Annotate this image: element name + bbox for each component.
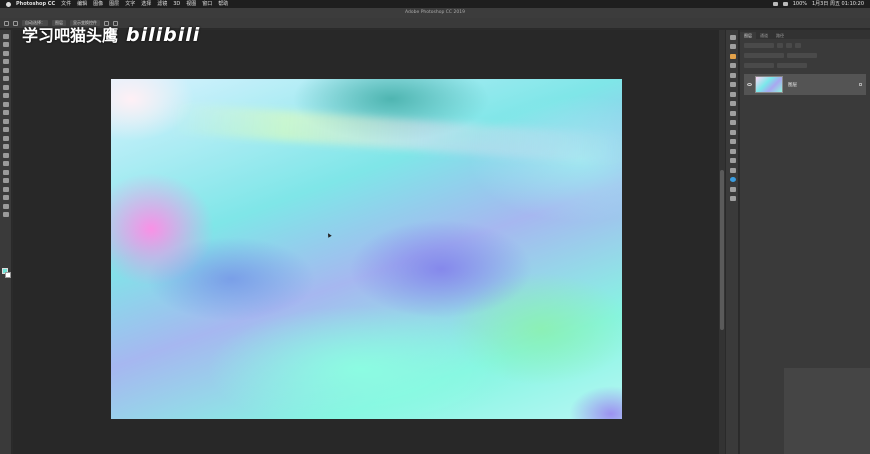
- learn-panel-icon[interactable]: [730, 177, 736, 182]
- bilibili-logo: bilibili: [126, 24, 201, 46]
- window-title-bar: Adobe Photoshop CC 2019: [0, 8, 870, 18]
- layers-panel: 图层 通道 路径 图层: [740, 30, 870, 454]
- eyedropper-tool-icon[interactable]: [3, 84, 9, 90]
- menu-help[interactable]: 帮助: [218, 0, 228, 8]
- lock-row: [744, 61, 866, 69]
- panel-tabs: 图层 通道 路径: [740, 30, 870, 39]
- clone-stamp-tool-icon[interactable]: [3, 110, 9, 115]
- menu-app-name[interactable]: Photoshop CC: [16, 0, 55, 8]
- menu-filter[interactable]: 滤镜: [157, 0, 167, 8]
- tab-layers[interactable]: 图层: [740, 32, 756, 39]
- menu-window[interactable]: 窗口: [202, 0, 212, 8]
- zoom-tool-icon[interactable]: [3, 203, 9, 209]
- crop-tool-icon[interactable]: [3, 67, 9, 73]
- filter-row: [744, 41, 866, 49]
- lock-options[interactable]: [744, 62, 774, 68]
- battery-percent: 100%: [792, 1, 807, 7]
- marquee-tool-icon[interactable]: [3, 42, 9, 47]
- libraries-panel-icon[interactable]: [730, 186, 736, 192]
- brush-panel-icon[interactable]: [730, 120, 736, 125]
- move-tool-icon[interactable]: [3, 33, 9, 39]
- type-tool-icon[interactable]: [3, 169, 9, 175]
- quick-select-tool-icon[interactable]: [3, 59, 9, 64]
- brush-tool-icon[interactable]: [3, 101, 9, 107]
- pen-tool-icon[interactable]: [3, 161, 9, 166]
- fill-field[interactable]: [777, 62, 807, 68]
- menu-view[interactable]: 视图: [186, 0, 196, 8]
- menu-type[interactable]: 文字: [125, 0, 135, 8]
- menu-file[interactable]: 文件: [61, 0, 71, 8]
- timeline-panel-icon[interactable]: [730, 196, 736, 201]
- move-tool-icon[interactable]: [13, 20, 18, 26]
- history-brush-tool-icon[interactable]: [3, 118, 9, 124]
- filter-type-icon[interactable]: [795, 42, 801, 48]
- menu-select[interactable]: 选择: [141, 0, 151, 8]
- watermark-text: 学习吧猫头鹰: [22, 26, 119, 45]
- menu-layer[interactable]: 图层: [109, 0, 119, 8]
- window-title: Adobe Photoshop CC 2019: [405, 10, 465, 15]
- rectangle-tool-icon[interactable]: [3, 186, 9, 192]
- tools-panel: [0, 30, 12, 454]
- actions-panel-icon[interactable]: [730, 44, 736, 49]
- layer-item[interactable]: 图层: [744, 74, 866, 95]
- layer-thumbnail: [755, 76, 783, 93]
- styles-panel-icon[interactable]: [730, 91, 736, 97]
- scrollbar-thumb[interactable]: [720, 170, 724, 330]
- navigator-panel-icon[interactable]: [730, 158, 736, 163]
- properties-panel-icon[interactable]: [730, 53, 736, 59]
- healing-brush-tool-icon[interactable]: [3, 93, 9, 98]
- eraser-tool-icon[interactable]: [3, 127, 9, 132]
- character-panel-icon[interactable]: [730, 101, 736, 106]
- menu-image[interactable]: 图像: [93, 0, 103, 8]
- canvas-light-band: [170, 102, 622, 166]
- document-workspace: [13, 30, 725, 454]
- panel-empty-area: [784, 368, 870, 454]
- info-panel-icon[interactable]: [730, 148, 736, 154]
- apple-icon[interactable]: [6, 1, 11, 7]
- path-select-tool-icon[interactable]: [3, 178, 9, 183]
- adjustments-panel-icon[interactable]: [730, 82, 736, 87]
- layer-kind-filter[interactable]: [744, 42, 774, 48]
- more-tools-icon[interactable]: [3, 212, 9, 217]
- filter-pixel-icon[interactable]: [777, 42, 783, 48]
- background-color-swatch[interactable]: [5, 272, 11, 278]
- tab-paths[interactable]: 路径: [772, 32, 788, 39]
- paragraph-panel-icon[interactable]: [730, 110, 736, 116]
- menu-3d[interactable]: 3D: [173, 0, 180, 8]
- filter-adjust-icon[interactable]: [786, 42, 792, 48]
- home-icon[interactable]: [4, 20, 9, 26]
- hand-tool-icon[interactable]: [3, 195, 9, 200]
- blend-mode-dropdown[interactable]: [744, 52, 784, 58]
- visibility-eye-icon[interactable]: [747, 83, 752, 86]
- frame-tool-icon[interactable]: [3, 76, 9, 81]
- gradient-tool-icon[interactable]: [3, 135, 9, 141]
- tab-channels[interactable]: 通道: [756, 32, 772, 39]
- lock-icon: [859, 83, 862, 86]
- wifi-icon[interactable]: [772, 2, 778, 6]
- dodge-tool-icon[interactable]: [3, 152, 9, 158]
- menu-edit[interactable]: 编辑: [77, 0, 87, 8]
- mouse-cursor-icon: [326, 232, 332, 238]
- document-canvas[interactable]: [111, 79, 622, 419]
- swatches-panel-icon[interactable]: [730, 72, 736, 78]
- blend-row: [744, 51, 866, 59]
- panel-icon-column: [725, 30, 739, 454]
- status-area: 100% 1月3日 周五 01:10:20: [768, 0, 870, 8]
- battery-icon[interactable]: [782, 2, 788, 6]
- clock[interactable]: 1月3日 周五 01:10:20: [812, 0, 864, 8]
- system-menu-bar: Photoshop CC 文件 编辑 图像 图层 文字 选择 滤镜 3D 视图 …: [0, 0, 870, 8]
- video-watermark: 学习吧猫头鹰 bilibili: [22, 22, 200, 46]
- layer-name[interactable]: 图层: [788, 82, 797, 88]
- color-panel-icon[interactable]: [730, 63, 736, 68]
- blur-tool-icon[interactable]: [3, 144, 9, 149]
- history-panel-icon[interactable]: [730, 34, 736, 40]
- lasso-tool-icon[interactable]: [3, 50, 9, 56]
- opacity-field[interactable]: [787, 52, 817, 58]
- tool-presets-panel-icon[interactable]: [730, 139, 736, 144]
- clone-source-panel-icon[interactable]: [730, 129, 736, 135]
- glyphs-panel-icon[interactable]: [730, 167, 736, 173]
